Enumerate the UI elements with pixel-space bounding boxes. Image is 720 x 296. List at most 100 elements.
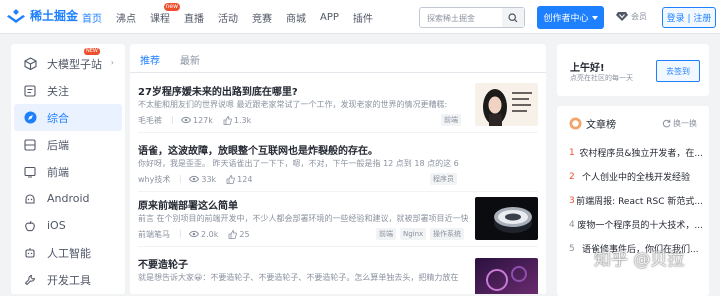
chevron-right-icon: ›	[110, 58, 114, 67]
top-nav-bar: 稀土掘金 首页 沸点 课程 new 直播 活动 竞赛 商城 APP 插件 探索稀土…	[0, 0, 720, 34]
article-author[interactable]: 前端笔马	[138, 229, 170, 240]
sidebar-item-android[interactable]: Android	[14, 185, 122, 212]
article-meta: why技术 33k 124	[138, 173, 468, 185]
article-tag[interactable]: 前端	[441, 114, 461, 126]
eye-icon	[189, 175, 200, 183]
like-count[interactable]: 25	[228, 230, 250, 239]
nav-course-label: 课程	[150, 13, 170, 25]
article-cover-image[interactable]	[475, 83, 538, 126]
nav-pins[interactable]: 沸点	[116, 10, 136, 25]
article-title[interactable]: 原来前端部署这么简单	[138, 197, 238, 212]
main-nav: 首页 沸点 课程 new 直播 活动 竞赛 商城 APP 插件	[82, 0, 387, 34]
compass-icon	[23, 111, 37, 125]
meta-divider	[180, 175, 182, 183]
ranking-refresh-label: 换一换	[673, 119, 697, 128]
refresh-icon	[662, 119, 671, 128]
android-icon	[23, 192, 37, 206]
sidebar-item-label: 前端	[47, 165, 69, 179]
ranking-title: 文章榜	[586, 120, 616, 131]
chevron-down-icon	[591, 15, 598, 20]
juejin-logo[interactable]: 稀土掘金	[6, 7, 78, 24]
creator-center-button[interactable]: 创作者中心	[537, 6, 604, 29]
article-cover-image[interactable]	[475, 258, 538, 294]
meta-divider	[180, 230, 181, 238]
sidebar-item-devtools[interactable]: 开发工具	[14, 266, 122, 293]
search-box[interactable]: 探索稀土掘金	[419, 7, 525, 28]
sidebar-item-llm[interactable]: 大模型子站 NEW ›	[14, 48, 122, 77]
like-count[interactable]: 124	[226, 175, 252, 184]
login-register-button[interactable]: 登录 | 注册	[662, 7, 716, 28]
sidebar-item-label: 开发工具	[47, 273, 91, 287]
sidebar-item-follow[interactable]: 关注	[14, 77, 122, 104]
article-title[interactable]: 不要造轮子	[138, 256, 188, 271]
sidebar-item-general[interactable]: 综合	[14, 104, 122, 131]
article-item[interactable]: 语雀，这波故障，放眼整个互联网也是炸裂般的存在。 你好呀，我是歪歪。 昨天语雀出…	[138, 142, 538, 192]
article-abstract: 不太能和朋友们的世界说嗯 最近跟老家常试了一个工作，发现老家的世界的情况更糟糕:	[138, 100, 448, 109]
search-button[interactable]	[502, 8, 524, 27]
sidebar-item-ios[interactable]: iOS	[14, 212, 122, 239]
eye-icon	[189, 230, 199, 238]
nav-competition[interactable]: 竞赛	[252, 10, 272, 25]
article-tag[interactable]: 程序员	[430, 173, 457, 185]
article-author[interactable]: 毛毛裤	[138, 115, 162, 126]
ranking-refresh-button[interactable]: 换一换	[662, 118, 697, 129]
ranking-text: 废物一个程序员的十大技术，...	[577, 221, 703, 231]
ranking-item[interactable]: 3 前端周报: React RSC 新范式...	[569, 194, 703, 208]
article-item[interactable]: 27岁程序媛未来的出路到底在哪里? 不太能和朋友们的世界说嗯 最近跟老家常试了一…	[138, 83, 538, 133]
eye-icon	[181, 116, 191, 124]
article-author[interactable]: why技术	[138, 174, 170, 185]
ranking-item[interactable]: 1 农村程序员&独立开发者，在...	[569, 146, 703, 160]
article-title[interactable]: 语雀，这波故障，放眼整个互联网也是炸裂般的存在。	[138, 142, 378, 157]
logo-text: 稀土掘金	[30, 9, 79, 23]
zhihu-watermark: 知乎 @贝拉	[594, 250, 685, 270]
nav-home[interactable]: 首页	[82, 10, 102, 25]
thumb-up-icon	[223, 115, 232, 125]
apple-icon	[23, 219, 37, 233]
ranking-number: 4	[569, 219, 575, 230]
nav-app[interactable]: APP	[320, 12, 339, 23]
nav-course[interactable]: 课程 new	[150, 2, 180, 25]
ranking-text: 前端周报: React RSC 新范式...	[576, 197, 703, 207]
sidebar-item-backend[interactable]: 后端	[14, 131, 122, 158]
ranking-item[interactable]: 2 个人创业中的全栈开发经验	[569, 170, 703, 184]
nav-events[interactable]: 活动	[218, 10, 238, 25]
category-sidebar: 大模型子站 NEW › 关注 综合 后端 前端 Android iOS 人工智能…	[11, 44, 125, 294]
frontend-icon	[23, 165, 37, 179]
search-icon	[508, 12, 518, 22]
sidebar-item-frontend[interactable]: 前端	[14, 158, 122, 185]
greeting-subtitle: 点亮在社区的每一天	[570, 74, 633, 82]
article-tag[interactable]: 前端	[376, 228, 396, 240]
backend-icon	[23, 138, 37, 152]
tab-latest[interactable]: 最新	[180, 52, 200, 67]
article-tag[interactable]: Nginx	[400, 228, 427, 240]
ranking-number: 5	[569, 243, 575, 254]
nav-live[interactable]: 直播	[184, 10, 204, 25]
article-title[interactable]: 27岁程序媛未来的出路到底在哪里?	[138, 83, 298, 98]
creator-center-label: 创作者中心	[543, 14, 589, 24]
article-tag[interactable]: 操作系统	[430, 228, 464, 240]
ranking-header: 文章榜	[569, 116, 616, 131]
thumb-up-icon	[226, 174, 235, 184]
article-item[interactable]: 原来前端部署这么简单 前言 在个别项目的前端开发中，不少人都会部署环境的一些经验…	[138, 197, 538, 247]
ai-icon	[23, 246, 37, 260]
tab-recommended[interactable]: 推荐	[140, 52, 160, 67]
nav-course-new-badge: new	[163, 2, 180, 11]
vip-link[interactable]: 会员	[616, 10, 647, 22]
article-item[interactable]: 不要造轮子 就是想告诉大家😀：不要造轮子、不要造轮子、不要造轮子。怎么算单独去头…	[138, 256, 538, 294]
ranking-text: 农村程序员&独立开发者，在...	[579, 149, 703, 159]
vip-diamond-icon	[616, 12, 628, 21]
sidebar-item-label: 综合	[47, 111, 69, 125]
search-input[interactable]: 探索稀土掘金	[427, 13, 475, 24]
article-cover-image[interactable]	[475, 197, 538, 240]
like-count[interactable]: 1.3k	[223, 116, 251, 125]
sidebar-item-ai[interactable]: 人工智能	[14, 239, 122, 266]
nav-shop[interactable]: 商城	[286, 10, 306, 25]
logo-mark-icon	[7, 8, 25, 23]
sidebar-item-label: 后端	[47, 138, 69, 152]
article-feed: 推荐 最新 27岁程序媛未来的出路到底在哪里? 不太能和朋友们的世界说嗯 最近跟…	[130, 44, 546, 294]
nav-plugin[interactable]: 插件	[353, 10, 373, 25]
signin-button[interactable]: 去签到	[656, 60, 700, 82]
ranking-medal-icon	[569, 117, 582, 130]
ranking-item[interactable]: 4 废物一个程序员的十大技术，...	[569, 218, 703, 232]
article-abstract: 你好呀，我是歪歪。 昨天语雀出了一下下，嗯，不对，下午一般是指 12 点到 18…	[138, 159, 461, 168]
